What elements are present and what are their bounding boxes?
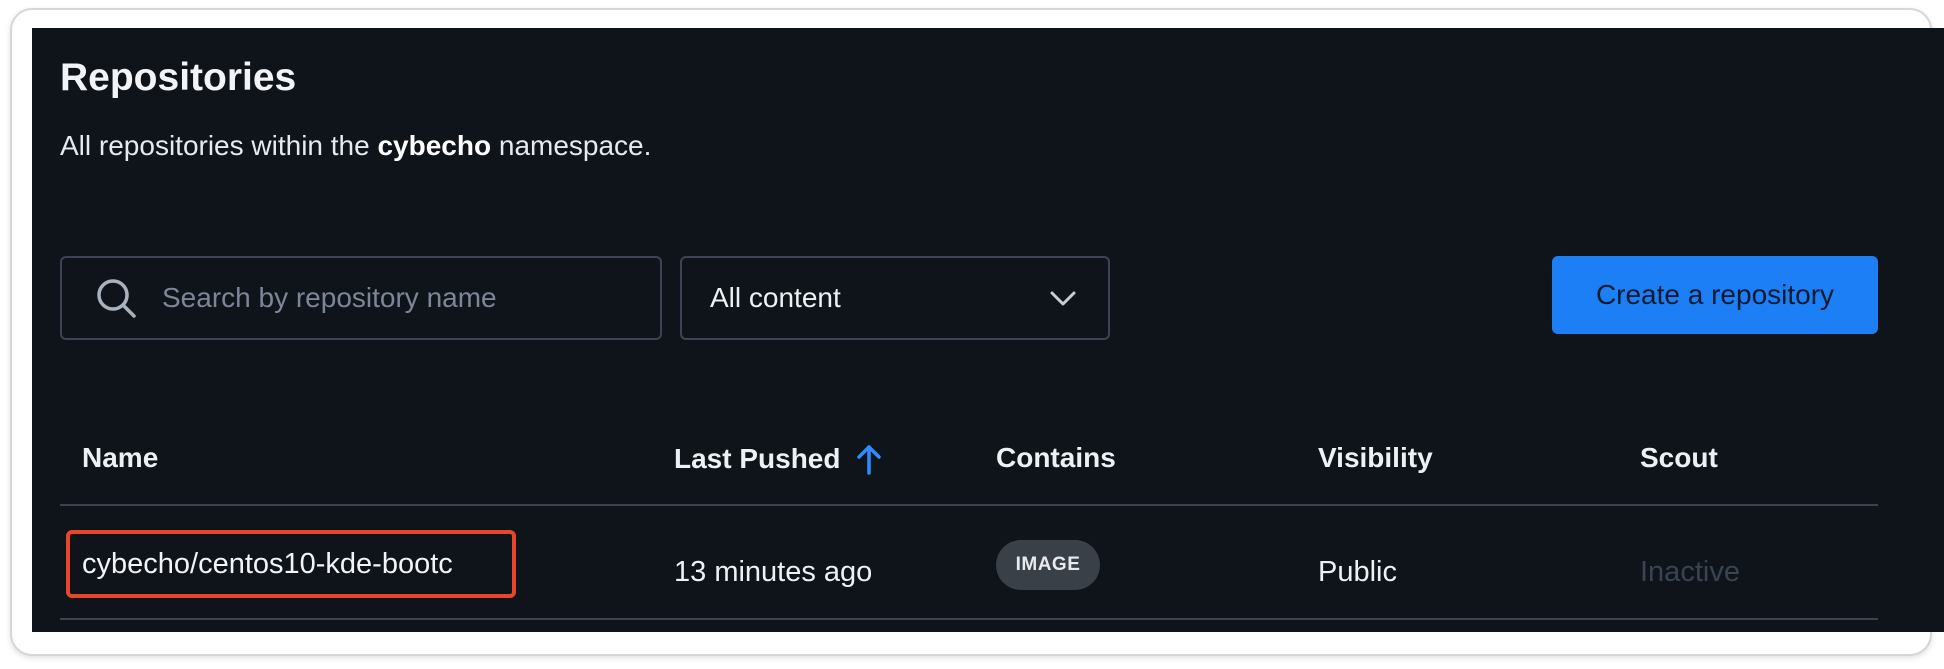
last-pushed-value: 13 minutes ago bbox=[674, 556, 873, 588]
subtitle-prefix: All repositories within the bbox=[60, 130, 370, 161]
subtitle-suffix: namespace. bbox=[498, 130, 652, 161]
column-header-contains[interactable]: Contains bbox=[996, 442, 1116, 474]
chevron-down-icon bbox=[1050, 291, 1076, 306]
column-header-name[interactable]: Name bbox=[82, 442, 158, 474]
scout-status: Inactive bbox=[1640, 556, 1740, 588]
table-header-divider bbox=[60, 504, 1878, 506]
namespace-name: cybecho bbox=[377, 130, 492, 161]
content-filter-value: All content bbox=[710, 282, 841, 313]
column-header-scout[interactable]: Scout bbox=[1640, 442, 1718, 474]
search-box[interactable] bbox=[60, 256, 662, 340]
create-repository-button[interactable]: Create a repository bbox=[1552, 256, 1878, 334]
content-filter-select[interactable]: All content bbox=[680, 256, 1110, 340]
table-row-divider bbox=[60, 618, 1878, 620]
search-icon bbox=[97, 279, 136, 318]
column-header-last-pushed[interactable]: Last Pushed bbox=[674, 442, 884, 476]
content-type-badge: IMAGE bbox=[996, 540, 1100, 590]
repository-name-link[interactable]: cybecho/centos10-kde-bootc bbox=[66, 530, 516, 598]
search-input[interactable] bbox=[160, 281, 644, 315]
arrow-up-icon bbox=[857, 445, 882, 475]
visibility-value: Public bbox=[1318, 556, 1397, 588]
column-header-visibility[interactable]: Visibility bbox=[1318, 442, 1433, 474]
page-subtitle: All repositories within the cybecho name… bbox=[60, 130, 651, 162]
page-title: Repositories bbox=[60, 56, 297, 99]
column-header-last-pushed-label: Last Pushed bbox=[674, 443, 841, 474]
repositories-panel: Repositories All repositories within the… bbox=[32, 28, 1944, 632]
